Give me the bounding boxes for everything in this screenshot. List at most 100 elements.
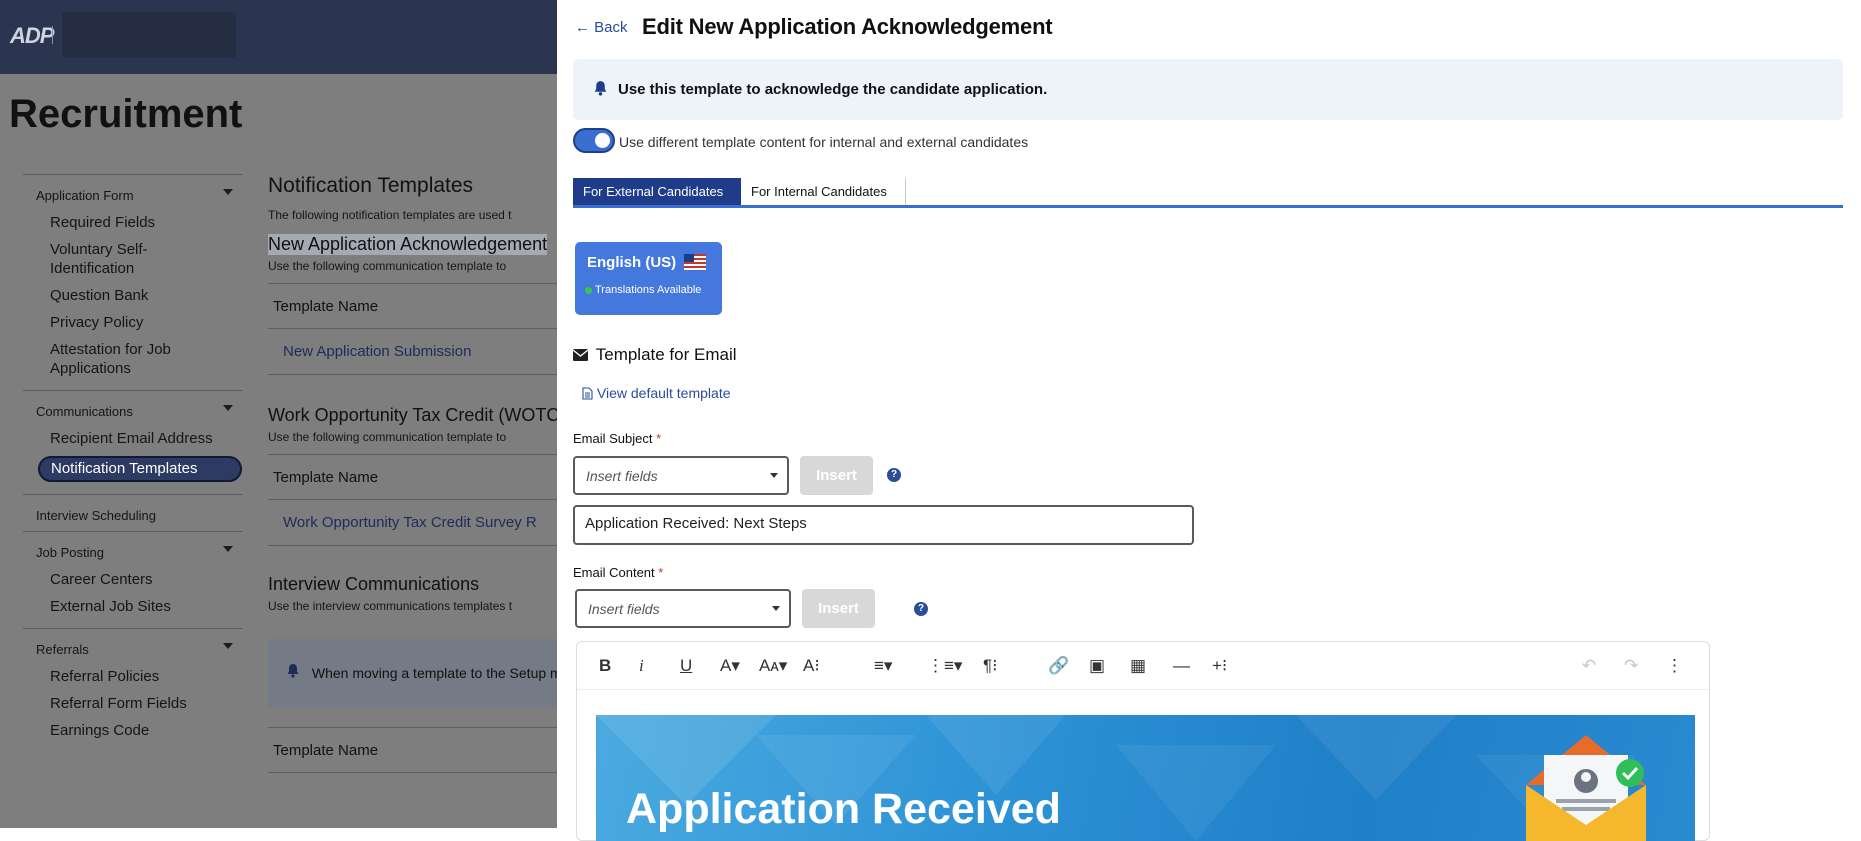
view-default-label[interactable]: View default template bbox=[597, 385, 731, 401]
envelope-icon bbox=[1526, 735, 1646, 841]
redo-icon[interactable]: ↷ bbox=[1624, 656, 1638, 676]
sidebar-item-question-bank[interactable]: Question Bank bbox=[23, 286, 243, 305]
panel-title: Edit New Application Acknowledgement bbox=[642, 14, 1053, 39]
more-options-icon[interactable]: ⋮ bbox=[1666, 656, 1683, 676]
sidebar: Application Form Required Fields Volunta… bbox=[23, 174, 243, 752]
notice-text: When moving a template to the Setup m bbox=[311, 665, 562, 681]
sidebar-item-referral-policies[interactable]: Referral Policies bbox=[23, 667, 243, 686]
sidebar-item-notification-templates[interactable]: Notification Templates bbox=[38, 456, 242, 482]
bell-icon bbox=[593, 80, 608, 101]
sidebar-group-communications[interactable]: Communications Recipient Email Address N… bbox=[23, 390, 243, 494]
page-title: Recruitment bbox=[9, 92, 243, 136]
link-icon[interactable]: 🔗 bbox=[1048, 656, 1069, 676]
email-subject-label: Email Subject * bbox=[573, 431, 661, 446]
sidebar-group-title[interactable]: Application Form bbox=[23, 185, 243, 207]
sidebar-group-application-form[interactable]: Application Form Required Fields Volunta… bbox=[23, 174, 243, 390]
translations-label: Translations Available bbox=[595, 284, 702, 296]
subsection-description: Use the following communication template… bbox=[268, 259, 507, 273]
sidebar-item-earnings-code[interactable]: Earnings Code bbox=[23, 721, 243, 740]
required-marker: * bbox=[658, 565, 664, 580]
sidebar-item-privacy-policy[interactable]: Privacy Policy bbox=[23, 313, 243, 332]
background-page: Recruitment Application Form Required Fi… bbox=[0, 74, 568, 828]
check-icon bbox=[585, 286, 592, 294]
unordered-list-icon[interactable]: ⋮≡▾ bbox=[927, 656, 962, 676]
main-content: Notification Templates The following not… bbox=[268, 174, 568, 773]
select-placeholder[interactable]: Insert fields bbox=[588, 601, 660, 617]
sidebar-group-title[interactable]: Interview Scheduling bbox=[23, 505, 243, 527]
sidebar-item-attestation[interactable]: Attestation for Job Applications bbox=[23, 340, 203, 378]
back-label[interactable]: Back bbox=[594, 19, 627, 36]
table-row[interactable]: New Application Submission bbox=[268, 329, 568, 375]
edit-panel: ← Back Edit New Application Acknowledgem… bbox=[557, 0, 1861, 841]
sidebar-item-required-fields[interactable]: Required Fields bbox=[23, 213, 243, 232]
info-box: Use this template to acknowledge the can… bbox=[573, 59, 1843, 120]
sidebar-group-referrals[interactable]: Referrals Referral Policies Referral For… bbox=[23, 628, 243, 752]
toggle-knob[interactable] bbox=[595, 133, 610, 148]
horizontal-line-icon[interactable]: — bbox=[1173, 656, 1190, 676]
chevron-down-icon[interactable] bbox=[223, 405, 233, 411]
language-card[interactable]: English (US) Translations Available bbox=[575, 242, 722, 315]
view-default-link[interactable]: View default template bbox=[582, 385, 731, 401]
sidebar-group-title[interactable]: Job Posting bbox=[23, 542, 243, 564]
email-section-title: Template for Email bbox=[595, 345, 737, 364]
masked-field bbox=[62, 12, 236, 58]
font-size-icon[interactable]: Aᴀ▾ bbox=[759, 656, 787, 676]
subsection-title: New Application Acknowledgement bbox=[268, 234, 548, 255]
ordered-list-icon[interactable]: ≡▾ bbox=[874, 656, 892, 676]
document-icon[interactable] bbox=[582, 385, 597, 401]
chevron-down-icon[interactable] bbox=[223, 189, 233, 195]
required-marker: * bbox=[656, 431, 662, 446]
sidebar-item-referral-form-fields[interactable]: Referral Form Fields bbox=[23, 694, 243, 713]
subject-insert-button[interactable]: Insert bbox=[800, 456, 873, 495]
sidebar-group-interview-scheduling[interactable]: Interview Scheduling bbox=[23, 494, 243, 531]
image-icon[interactable]: ▣ bbox=[1089, 656, 1105, 676]
section-description: The following notification templates are… bbox=[268, 208, 512, 222]
language-name[interactable]: English (US) bbox=[587, 254, 676, 271]
divider bbox=[52, 26, 53, 44]
candidate-tabs: For External Candidates For Internal Can… bbox=[573, 178, 1843, 208]
table-row[interactable]: Work Opportunity Tax Credit Survey R bbox=[268, 500, 568, 546]
email-banner-image: Application Received bbox=[596, 715, 1695, 841]
email-content-label-text: Email Content bbox=[573, 565, 655, 580]
banner-text: Application Received bbox=[626, 785, 1061, 833]
content-insert-button[interactable]: Insert bbox=[802, 589, 875, 628]
help-icon[interactable]: ? bbox=[914, 602, 928, 616]
sidebar-item-career-centers[interactable]: Career Centers bbox=[23, 570, 243, 589]
back-link[interactable]: ← Back bbox=[575, 19, 628, 36]
paragraph-icon[interactable]: ¶⁝ bbox=[983, 656, 998, 676]
chevron-down-icon[interactable] bbox=[772, 606, 780, 611]
italic-icon[interactable]: i bbox=[639, 656, 644, 676]
tab-internal-candidates[interactable]: For Internal Candidates bbox=[741, 178, 906, 205]
content-toggle[interactable] bbox=[573, 128, 615, 153]
table-header: Template Name bbox=[268, 727, 568, 773]
email-subject-input[interactable]: Application Received: Next Steps bbox=[573, 505, 1194, 545]
sidebar-group-title[interactable]: Referrals bbox=[23, 639, 243, 661]
undo-icon[interactable]: ↶ bbox=[1582, 656, 1596, 676]
editor-toolbar: B i U A▾ Aᴀ▾ A⁝ ≡▾ ⋮≡▾ ¶⁝ 🔗 ▣ ▦ — +⁝ ↶ ↷… bbox=[577, 642, 1709, 690]
chevron-down-icon[interactable] bbox=[223, 546, 233, 552]
sidebar-item-voluntary-self-identification[interactable]: Voluntary Self-Identification bbox=[23, 240, 173, 278]
chevron-down-icon[interactable] bbox=[223, 643, 233, 649]
chevron-down-icon[interactable] bbox=[770, 473, 778, 478]
text-style-icon[interactable]: A⁝ bbox=[803, 656, 820, 676]
underline-icon[interactable]: U bbox=[680, 656, 692, 676]
arrow-left-icon[interactable]: ← bbox=[575, 19, 590, 36]
content-insert-fields-select[interactable]: Insert fields bbox=[575, 589, 791, 628]
sidebar-item-recipient-email[interactable]: Recipient Email Address bbox=[23, 429, 243, 448]
toggle-label: Use different template content for inter… bbox=[619, 134, 1029, 150]
sidebar-item-external-job-sites[interactable]: External Job Sites bbox=[23, 597, 243, 616]
font-color-icon[interactable]: A▾ bbox=[720, 656, 740, 676]
help-icon[interactable]: ? bbox=[887, 468, 901, 482]
bold-icon[interactable]: B bbox=[599, 656, 611, 676]
insert-more-icon[interactable]: +⁝ bbox=[1212, 656, 1227, 676]
sidebar-group-job-posting[interactable]: Job Posting Career Centers External Job … bbox=[23, 531, 243, 628]
email-section-header: Template for Email bbox=[572, 345, 737, 365]
select-placeholder[interactable]: Insert fields bbox=[586, 468, 658, 484]
table-icon[interactable]: ▦ bbox=[1130, 656, 1146, 676]
rich-text-editor[interactable]: B i U A▾ Aᴀ▾ A⁝ ≡▾ ⋮≡▾ ¶⁝ 🔗 ▣ ▦ — +⁝ ↶ ↷… bbox=[576, 641, 1710, 841]
sidebar-group-title[interactable]: Communications bbox=[23, 401, 243, 423]
tab-external-candidates[interactable]: For External Candidates bbox=[573, 178, 741, 205]
info-text: Use this template to acknowledge the can… bbox=[618, 81, 1048, 98]
subject-insert-fields-select[interactable]: Insert fields bbox=[573, 456, 789, 495]
subsection-description: Use the interview communications templat… bbox=[268, 599, 513, 613]
